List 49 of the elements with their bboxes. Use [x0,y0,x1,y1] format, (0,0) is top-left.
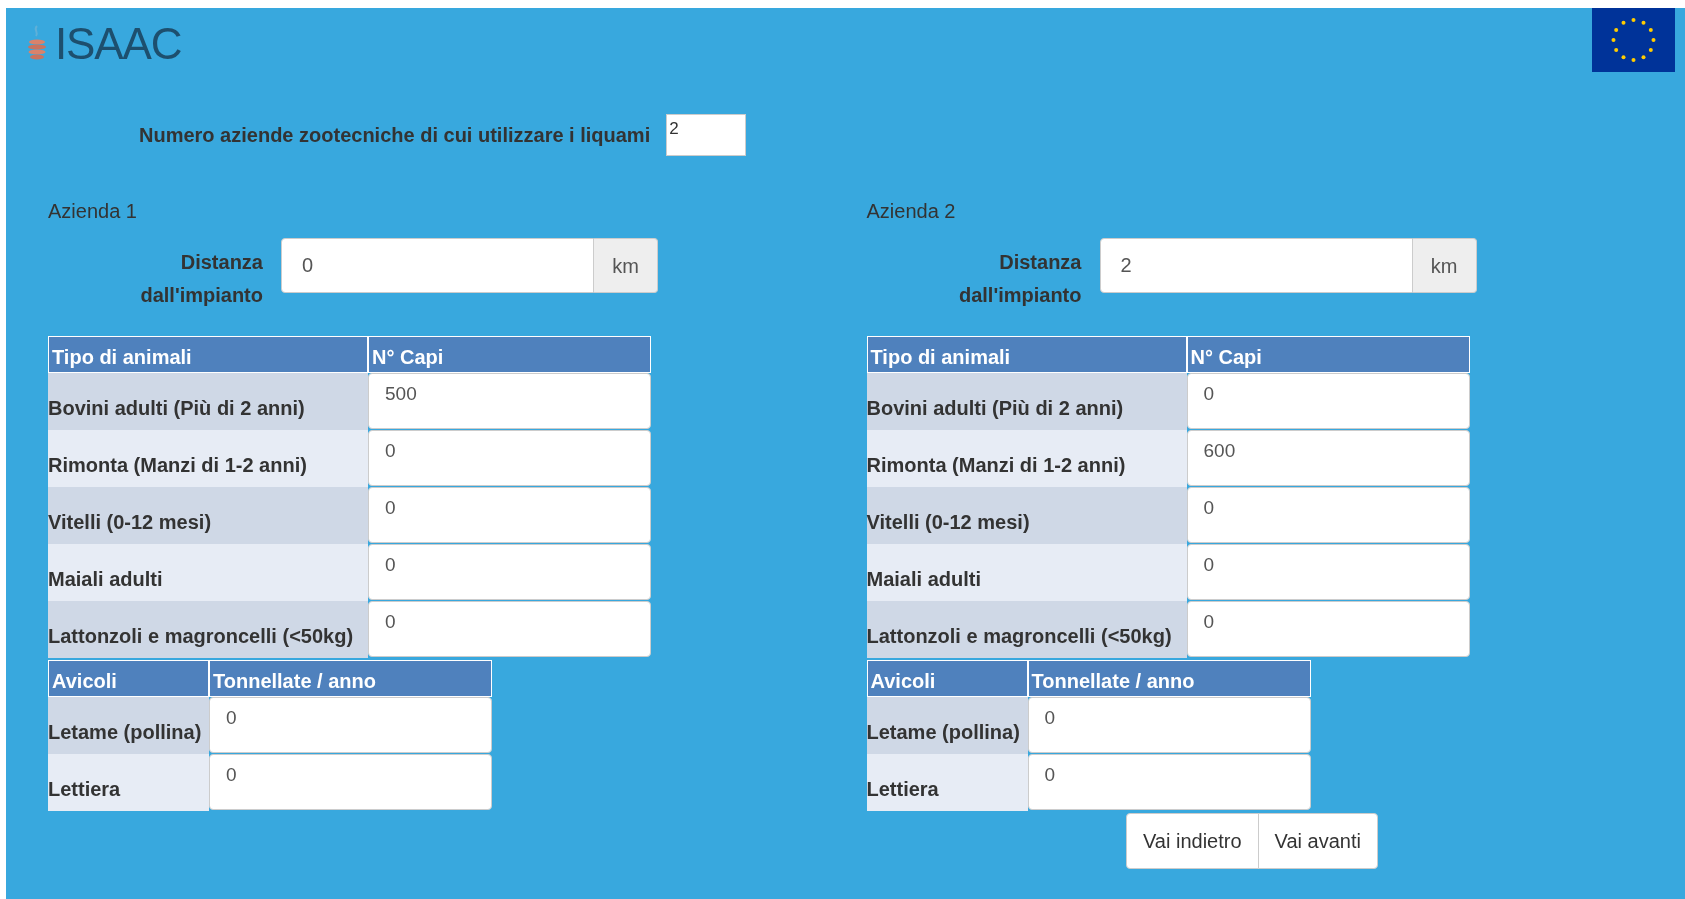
row-label: Maiali adulti [866,544,1187,601]
row-label: Bovini adulti (Più di 2 anni) [866,373,1187,430]
nav-button[interactable]: Vai indietro [1126,813,1259,869]
distance-field[interactable]: 0 [281,238,594,293]
row-label: Vitelli (0-12 mesi) [48,487,368,544]
number-field[interactable]: 0 [368,544,651,600]
column-header: Avicoli [48,660,209,697]
column-header: Tonnellate / anno [1027,660,1311,697]
row-label: Lettiera [866,754,1028,811]
number-field[interactable]: 500 [368,373,651,429]
logo-text: ISAAC [55,22,182,66]
number-field[interactable]: 0 [1186,487,1470,543]
number-field[interactable]: 0 [1186,544,1470,600]
flag-icon [1592,8,1675,72]
row-label: Rimonta (Manzi di 1-2 anni) [866,430,1187,487]
row-label: Bovini adulti (Più di 2 anni) [48,373,368,430]
row-label: Lattonzoli e magroncelli (<50kg) [866,601,1187,658]
column-header: Tipo di animali [866,336,1187,373]
unit-addon: km [594,238,658,293]
row-label: Lattonzoli e magroncelli (<50kg) [48,601,368,658]
number-field[interactable]: 0 [1027,697,1311,753]
column-header: N° Capi [368,336,651,373]
row-label: Maiali adulti [48,544,368,601]
count-field[interactable]: 2 [666,114,747,156]
row-label: Lettiera [48,754,209,811]
unit-addon: km [1412,238,1477,293]
column-header: Tipo di animali [48,336,368,373]
column-header: Tonnellate / anno [209,660,492,697]
number-field[interactable]: 0 [368,430,651,486]
distance-field[interactable]: 2 [1099,238,1413,293]
number-field[interactable]: 0 [368,487,651,543]
column-header: Avicoli [866,660,1028,697]
number-field[interactable]: 0 [209,754,492,810]
farm-title: Azienda 2 [866,199,957,224]
row-label: Rimonta (Manzi di 1-2 anni) [48,430,368,487]
number-field[interactable]: 0 [1027,754,1311,810]
row-label: Letame (pollina) [48,697,209,754]
number-field[interactable]: 0 [1186,601,1470,657]
number-field[interactable]: 600 [1186,430,1470,486]
distance-label: Distanza dall'impianto [139,250,263,308]
row-label: Letame (pollina) [866,697,1028,754]
column-header: N° Capi [1186,336,1470,373]
distance-label: Distanza dall'impianto [957,250,1082,308]
number-field[interactable]: 0 [368,601,651,657]
number-field[interactable]: 0 [209,697,492,753]
number-field[interactable]: 0 [1186,373,1470,429]
nav-button[interactable]: Vai avanti [1257,813,1378,869]
count-label: Numero aziende zootecniche di cui utilizzare i liquami [139,123,651,148]
farm-title: Azienda 1 [48,199,138,224]
